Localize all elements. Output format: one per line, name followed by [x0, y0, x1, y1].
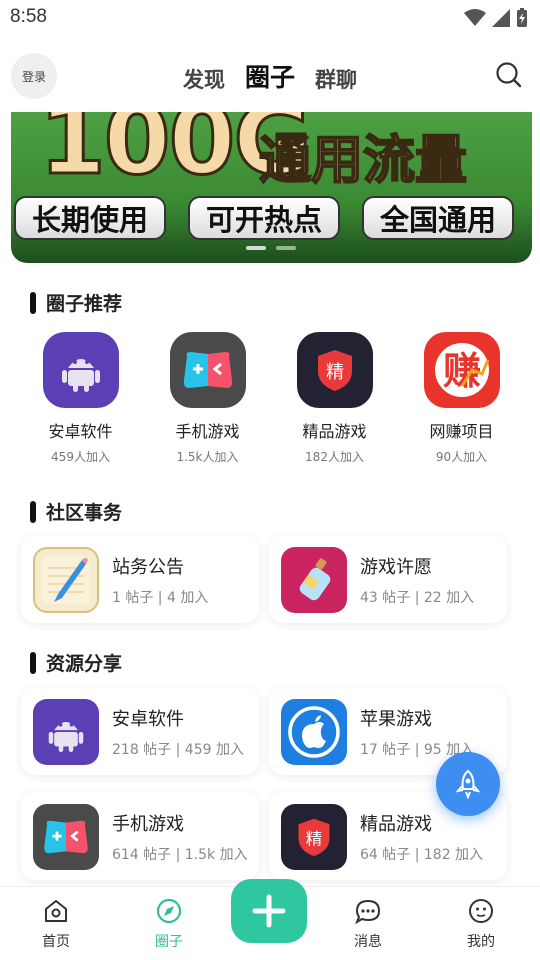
section-title-text: 社区事务: [46, 502, 123, 524]
message-icon: [354, 899, 381, 925]
banner-page-indicator: [246, 246, 296, 250]
tab-group-chat[interactable]: 群聊: [315, 64, 357, 94]
android-icon: [42, 332, 119, 408]
recommend-name: 安卓软件: [48, 422, 113, 441]
wifi-icon: [464, 9, 486, 26]
notepad-icon: [33, 547, 99, 613]
status-bar: 8:58: [0, 0, 540, 36]
page-dot: [276, 246, 296, 250]
bottom-nav: 首页 圈子 消息 我的: [0, 879, 540, 960]
recommend-item-premium-games[interactable]: 精 精品游戏 182人加入: [271, 332, 398, 465]
section-title-text: 圈子推荐: [46, 293, 123, 315]
premium-badge-text: 精: [306, 829, 322, 848]
gamepad-icon: [33, 804, 99, 870]
nav-messages[interactable]: 消息: [328, 897, 408, 951]
add-post-button[interactable]: [231, 879, 307, 943]
top-header: 登录 发现 圈子 群聊: [0, 50, 540, 102]
top-tabs: 发现 圈子 群聊: [0, 58, 540, 94]
card-meta: 218 帖子 | 459 加入: [112, 742, 244, 758]
nav-label: 首页: [42, 934, 70, 950]
recommend-count: 1.5k人加入: [176, 450, 239, 464]
status-time: 8:58: [10, 6, 47, 27]
recommend-name: 精品游戏: [302, 422, 367, 441]
gamepad-icon: [169, 332, 246, 408]
recommend-item-earn[interactable]: 赚 网赚项目 90人加入: [398, 332, 525, 465]
rocket-button[interactable]: [436, 752, 500, 816]
banner-pill: 长期使用: [14, 196, 167, 240]
premium-badge-text: 精: [326, 362, 344, 383]
search-icon[interactable]: [494, 60, 524, 90]
nav-label: 消息: [354, 934, 382, 950]
banner-pill: 全国通用: [362, 196, 515, 240]
home-icon: [45, 900, 67, 922]
card-meta: 43 帖子 | 22 加入: [360, 590, 475, 606]
card-title: 游戏许愿: [360, 557, 432, 578]
plus-icon: [252, 894, 286, 928]
community-card-game-wishes[interactable]: 游戏许愿 43 帖子 | 22 加入: [269, 535, 507, 623]
banner-pills: 长期使用 可开热点 全国通用: [14, 196, 515, 240]
section-title-text: 资源分享: [46, 653, 123, 675]
tab-discover[interactable]: 发现: [183, 64, 225, 94]
card-title: 手机游戏: [112, 814, 184, 835]
tab-circles[interactable]: 圈子: [245, 58, 295, 94]
resource-card-android[interactable]: 安卓软件 218 帖子 | 459 加入: [21, 687, 259, 775]
section-marker: [30, 500, 36, 523]
card-meta: 614 帖子 | 1.5k 加入: [112, 847, 248, 863]
recommend-name: 手机游戏: [175, 422, 240, 441]
earn-icon: 赚: [423, 332, 500, 408]
recommend-name: 网赚项目: [429, 422, 494, 441]
section-title-community: 社区事务: [30, 498, 122, 525]
section-title-resources: 资源分享: [30, 649, 122, 676]
card-meta: 64 帖子 | 182 加入: [360, 847, 484, 863]
resource-card-mobile-games[interactable]: 手机游戏 614 帖子 | 1.5k 加入: [21, 792, 259, 880]
apple-icon: [281, 699, 347, 765]
nav-profile[interactable]: 我的: [441, 897, 521, 951]
card-meta: 1 帖子 | 4 加入: [112, 590, 209, 606]
section-marker: [30, 651, 36, 674]
battery-icon: [517, 8, 527, 27]
recommend-item-android[interactable]: 安卓软件 459人加入: [17, 332, 144, 465]
recommend-row: 安卓软件 459人加入 手机游戏 1.5k人加入 精 精品游戏 182人加入 赚…: [0, 332, 540, 465]
recommend-count: 90人加入: [435, 450, 488, 464]
card-title: 站务公告: [112, 557, 184, 578]
banner-pill: 可开热点: [188, 196, 341, 240]
nav-label: 我的: [467, 934, 495, 950]
section-marker: [30, 291, 36, 314]
nav-circles[interactable]: 圈子: [129, 897, 209, 951]
card-title: 精品游戏: [360, 814, 432, 835]
nav-label: 圈子: [155, 934, 183, 950]
promo-banner[interactable]: 100G 通用流量 长期使用 可开热点 全国通用: [11, 112, 532, 263]
wish-bottle-icon: [281, 547, 347, 613]
card-title: 苹果游戏: [360, 709, 432, 730]
recommend-item-mobile-games[interactable]: 手机游戏 1.5k人加入: [144, 332, 271, 465]
signal-icon: [492, 9, 510, 27]
android-icon: [33, 699, 99, 765]
status-icons: [464, 8, 528, 28]
recommend-count: 459人加入: [51, 450, 110, 464]
page-dot: [246, 246, 266, 250]
community-card-announcements[interactable]: 站务公告 1 帖子 | 4 加入: [21, 535, 259, 623]
banner-headline-suffix: 通用流量: [258, 130, 468, 192]
recommend-count: 182人加入: [305, 450, 364, 464]
section-title-recommend: 圈子推荐: [30, 289, 122, 316]
rocket-icon: [455, 769, 481, 799]
card-title: 安卓软件: [112, 709, 184, 730]
premium-game-icon: 精: [281, 804, 347, 870]
nav-home[interactable]: 首页: [16, 897, 96, 951]
premium-game-icon: 精: [296, 332, 373, 408]
compass-icon: [156, 898, 182, 924]
profile-icon: [469, 899, 493, 923]
